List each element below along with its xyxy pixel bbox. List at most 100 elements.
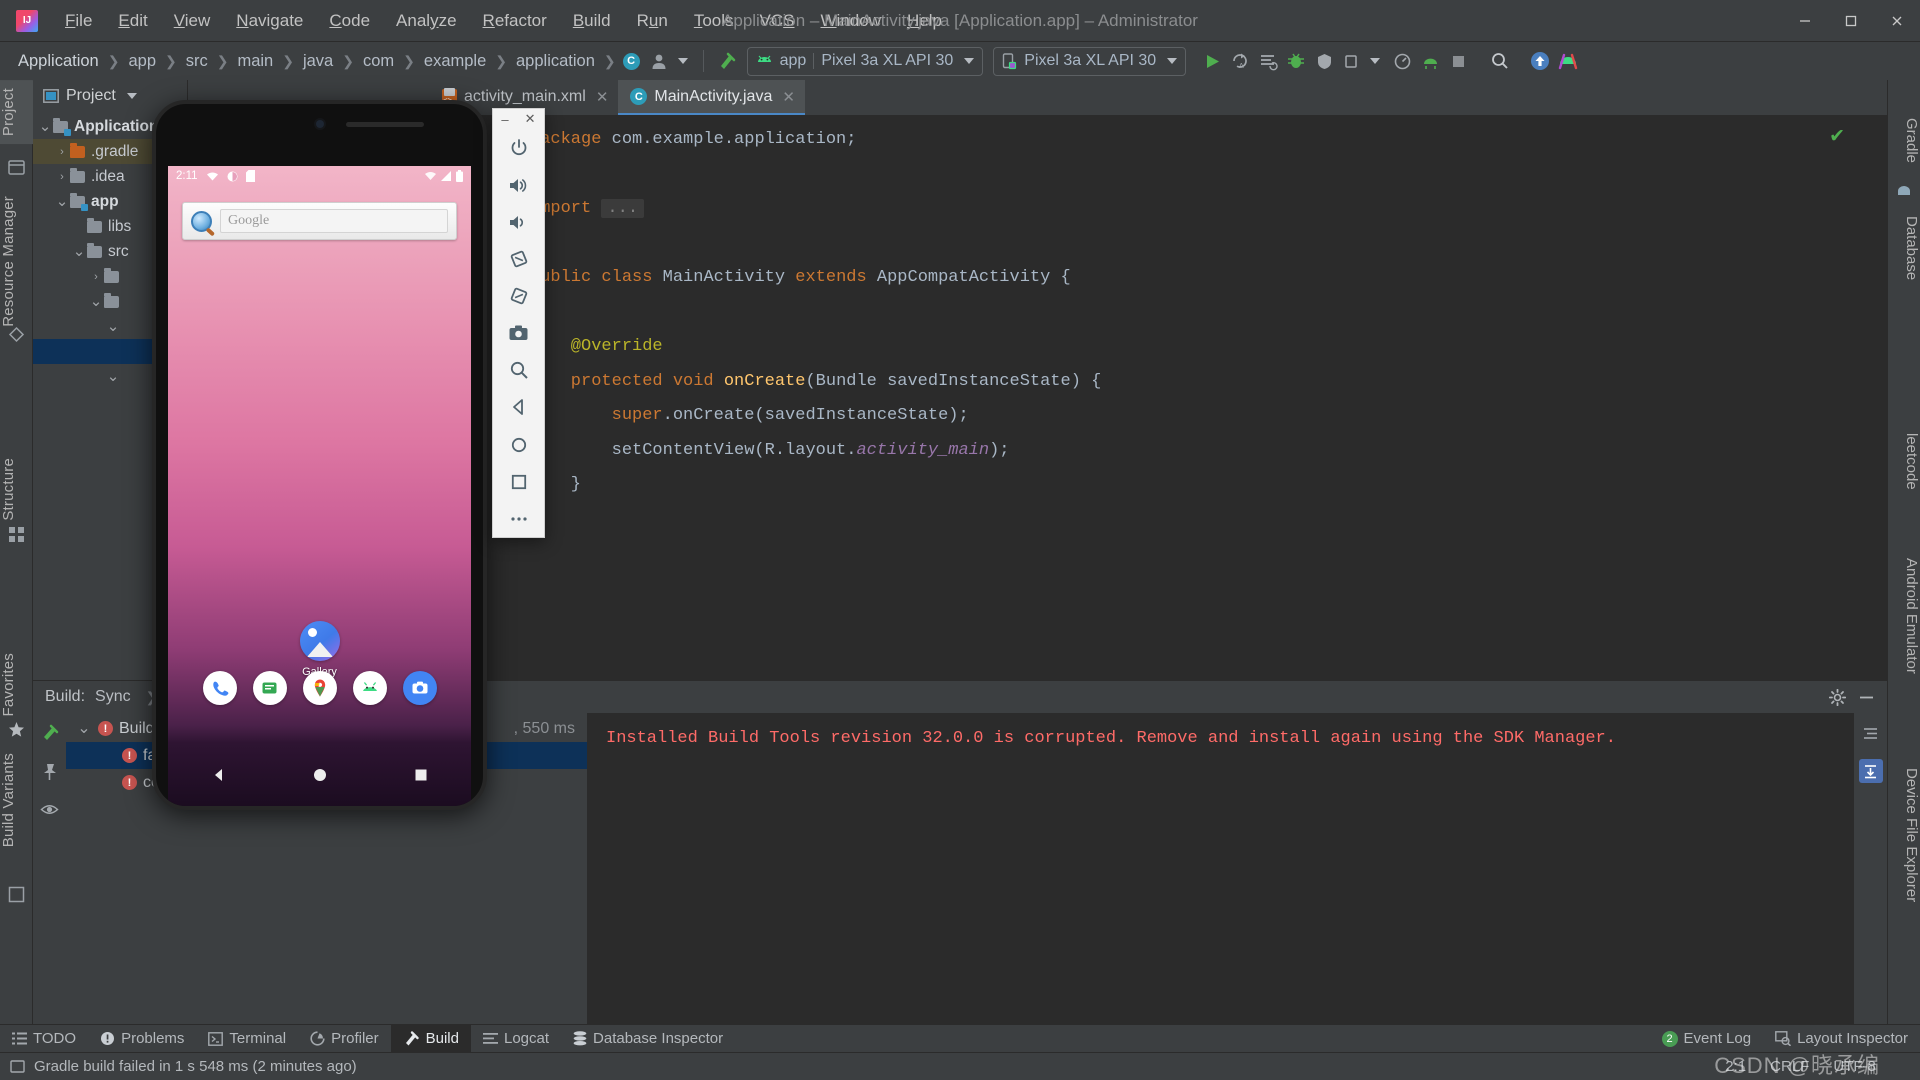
close-tab-icon[interactable]: ✕: [596, 88, 609, 106]
play-store-icon[interactable]: [352, 671, 387, 705]
zoom-icon[interactable]: [500, 352, 538, 389]
breadcrumb-item-application[interactable]: application: [512, 50, 599, 73]
tool-window-profiler[interactable]: Profiler: [298, 1025, 391, 1053]
volume-down-icon[interactable]: [500, 204, 538, 241]
build-panel-breadcrumb[interactable]: Sync: [95, 688, 131, 706]
tool-window-todo[interactable]: TODO: [0, 1025, 88, 1053]
menu-item-help[interactable]: Help: [894, 7, 955, 35]
chevron-down-icon[interactable]: ⌄: [76, 721, 92, 737]
resource-manager-small-icon[interactable]: [7, 325, 26, 344]
editor-tab-mainactivity-java[interactable]: C MainActivity.java ✕: [618, 80, 805, 115]
avatar-dropdown-caret-icon[interactable]: [677, 58, 688, 64]
close-button[interactable]: [1874, 0, 1920, 42]
editor-scrollbar[interactable]: [1873, 115, 1885, 680]
home-icon[interactable]: [500, 426, 538, 463]
back-button[interactable]: [211, 767, 227, 783]
minimize-button[interactable]: [1782, 0, 1828, 42]
apply-code-changes-icon[interactable]: [1254, 48, 1282, 74]
power-icon[interactable]: [500, 130, 538, 167]
breadcrumb-item-java[interactable]: java: [299, 50, 337, 73]
pin-icon[interactable]: [38, 759, 62, 783]
emulator-toolbar-minimize[interactable]: –: [501, 112, 508, 127]
lock-icon[interactable]: .: [1900, 1058, 1904, 1075]
device-selector[interactable]: Pixel 3a XL API 30: [993, 46, 1187, 76]
run-button[interactable]: [1198, 48, 1226, 74]
layers-small-icon[interactable]: [7, 885, 26, 904]
overview-icon[interactable]: [500, 463, 538, 500]
chevron-right-icon[interactable]: ›: [54, 146, 70, 158]
menu-item-tools[interactable]: Tools: [681, 7, 747, 35]
profile-button[interactable]: [1388, 48, 1416, 74]
grid-small-icon[interactable]: [7, 525, 26, 544]
volume-up-icon[interactable]: [500, 167, 538, 204]
sidebar-tab-leetcode[interactable]: leetcode: [1887, 425, 1920, 498]
menu-item-refactor[interactable]: Refactor: [470, 7, 560, 35]
caret-position[interactable]: 2:1: [1725, 1058, 1746, 1075]
rotate-right-icon[interactable]: [500, 278, 538, 315]
sidebar-tab-database[interactable]: Database: [1887, 208, 1920, 288]
editor-code[interactable]: package com.example.application; import …: [430, 115, 1887, 503]
run-configuration-selector[interactable]: app Pixel 3a XL API 30: [746, 46, 984, 76]
star-icon[interactable]: [7, 720, 26, 739]
breadcrumb-item-app[interactable]: app: [124, 50, 160, 73]
project-panel-caret-icon[interactable]: [126, 93, 137, 99]
recents-button[interactable]: [413, 767, 429, 783]
back-icon[interactable]: [500, 389, 538, 426]
chevron-down-icon[interactable]: ⌄: [88, 294, 104, 309]
phone-icon[interactable]: [202, 671, 237, 705]
inspection-status-icon[interactable]: ✔: [1829, 125, 1845, 148]
chevron-right-icon[interactable]: ›: [88, 271, 104, 283]
menu-item-file[interactable]: File: [52, 7, 105, 35]
google-search-widget[interactable]: Google: [182, 202, 457, 240]
breadcrumb-item-example[interactable]: example: [420, 50, 490, 73]
structure-small-icon[interactable]: [7, 158, 26, 177]
more-icon[interactable]: [500, 500, 538, 537]
code-editor[interactable]: package com.example.application; import …: [430, 115, 1887, 680]
breadcrumb-item-com[interactable]: com: [359, 50, 398, 73]
sidebar-tab-favorites[interactable]: Favorites: [0, 645, 33, 725]
gallery-icon[interactable]: [299, 621, 340, 661]
device-selector-caret-icon[interactable]: [1167, 58, 1178, 64]
screenshot-icon[interactable]: [500, 315, 538, 352]
eye-toggle-icon[interactable]: [38, 797, 62, 821]
search-everywhere-icon[interactable]: [1486, 48, 1514, 74]
menu-item-navigate[interactable]: Navigate: [223, 7, 316, 35]
apply-changes-icon[interactable]: A: [1226, 48, 1254, 74]
expand-all-icon[interactable]: [1859, 721, 1883, 745]
messages-icon[interactable]: [252, 671, 287, 705]
chevron-down-icon[interactable]: ⌄: [105, 319, 121, 334]
device-manager-icon[interactable]: [1554, 48, 1582, 74]
chevron-right-icon[interactable]: ›: [54, 171, 70, 183]
camera-icon[interactable]: [402, 671, 437, 705]
android-emulator-window[interactable]: 2:11 Google: [152, 100, 487, 810]
sidebar-tab-resource-manager[interactable]: Resource Manager: [0, 188, 33, 335]
chevron-down-icon[interactable]: ⌄: [105, 369, 121, 384]
sdk-manager-icon[interactable]: [1416, 48, 1444, 74]
file-encoding[interactable]: UTF-8: [1833, 1058, 1876, 1075]
profiler-dropdown-icon[interactable]: [1338, 48, 1366, 74]
debug-button[interactable]: [1282, 48, 1310, 74]
search-input[interactable]: Google: [220, 209, 448, 233]
settings-icon[interactable]: [1829, 688, 1846, 706]
tool-window-database-inspector[interactable]: Database Inspector: [561, 1025, 735, 1053]
menu-item-window[interactable]: Window: [808, 7, 894, 35]
scroll-to-end-icon[interactable]: [1858, 759, 1883, 783]
menu-item-vcs[interactable]: VCS: [747, 7, 808, 35]
stop-button[interactable]: [1444, 48, 1472, 74]
maps-icon[interactable]: [302, 671, 337, 705]
run-config-caret-icon[interactable]: [964, 58, 975, 64]
tool-window-logcat[interactable]: Logcat: [471, 1025, 561, 1053]
menu-item-edit[interactable]: Edit: [105, 7, 160, 35]
minimize-panel-icon[interactable]: [1858, 689, 1875, 706]
chevron-down-icon[interactable]: ⌄: [37, 119, 53, 134]
tool-window-terminal[interactable]: Terminal: [196, 1025, 298, 1053]
emulator-control-toolbar[interactable]: – ✕: [492, 108, 545, 538]
sidebar-tab-android-emulator[interactable]: Android Emulator: [1887, 550, 1920, 682]
maximize-button[interactable]: [1828, 0, 1874, 42]
sidebar-tab-gradle[interactable]: Gradle: [1887, 110, 1920, 171]
profiler-caret-icon[interactable]: [1370, 58, 1381, 64]
rotate-left-icon[interactable]: [500, 241, 538, 278]
attach-debugger-icon[interactable]: [1310, 48, 1338, 74]
chevron-down-icon[interactable]: ⌄: [71, 244, 87, 259]
menu-item-analyze[interactable]: Analyze: [383, 7, 470, 35]
